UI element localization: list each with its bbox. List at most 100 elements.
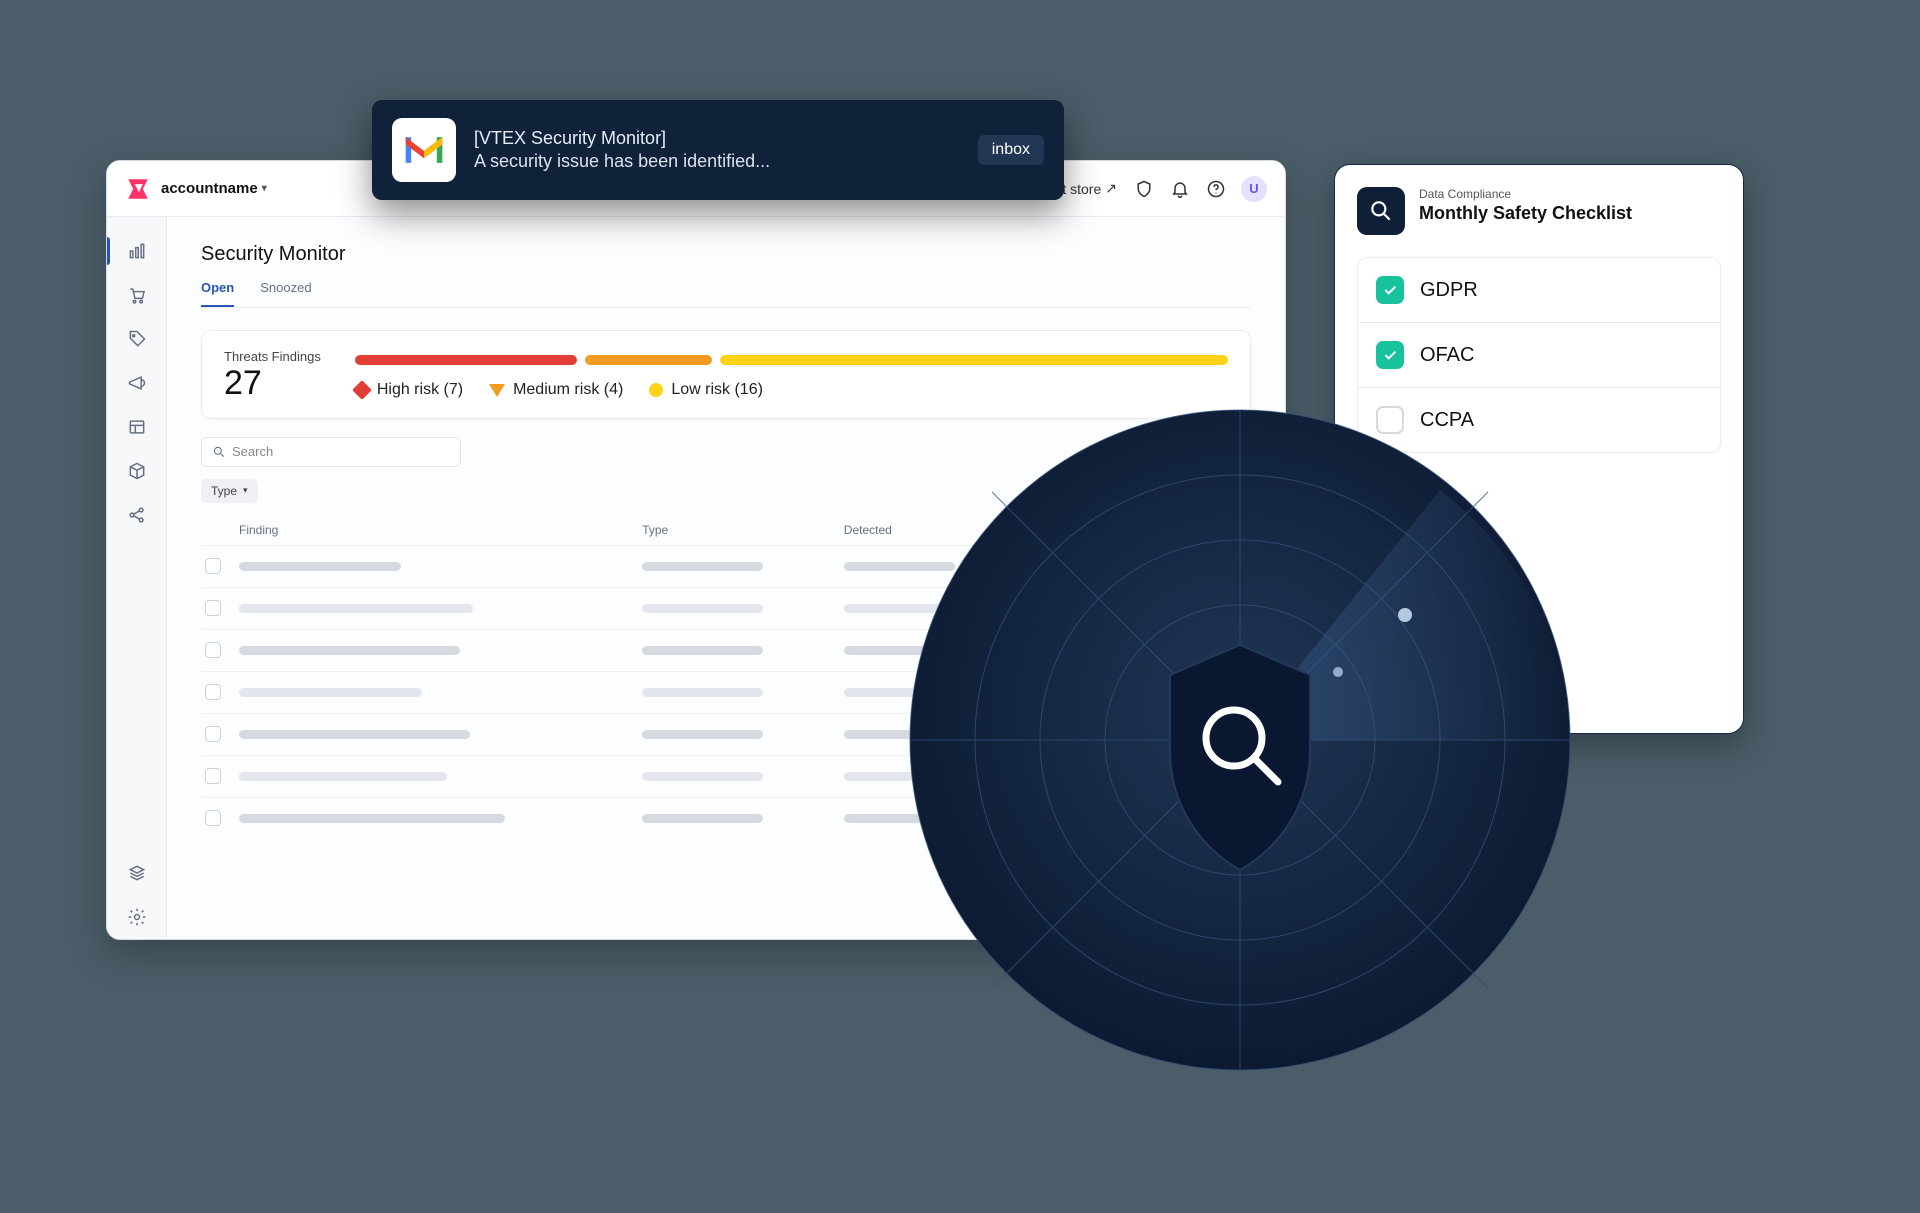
sidebar-item-settings[interactable] <box>107 895 166 939</box>
cell-type-placeholder <box>642 604 763 613</box>
cell-detected-placeholder <box>844 730 955 739</box>
bell-icon[interactable] <box>1169 178 1191 200</box>
sidebar-item-orders[interactable] <box>107 273 166 317</box>
sidebar-item-apps[interactable] <box>107 851 166 895</box>
cell-detected-placeholder <box>844 814 955 823</box>
cell-finding-placeholder <box>239 772 447 781</box>
cell-detected-placeholder <box>844 772 955 781</box>
sidebar-item-promotions[interactable] <box>107 361 166 405</box>
legend-medium[interactable]: Medium risk (4) <box>489 381 623 399</box>
sidebar-item-catalog[interactable] <box>107 449 166 493</box>
row-checkbox[interactable] <box>205 726 221 742</box>
table-row[interactable] <box>201 755 1251 797</box>
cell-sensor-placeholder <box>1045 730 1146 739</box>
cell-type-placeholder <box>642 688 763 697</box>
col-detected: Detected <box>844 523 1046 537</box>
sidebar-item-pricing[interactable] <box>107 317 166 361</box>
row-checkbox[interactable] <box>205 684 221 700</box>
cell-sensor-placeholder <box>1045 604 1146 613</box>
legend-high[interactable]: High risk (7) <box>355 381 463 399</box>
checklist-item[interactable]: OFAC <box>1358 322 1720 387</box>
checklist-item-label: CCPA <box>1420 409 1474 432</box>
diamond-icon <box>352 380 372 400</box>
bar-high <box>355 355 577 365</box>
threats-findings-label: Threats Findings <box>224 349 321 364</box>
circle-icon <box>649 383 663 397</box>
toast-badge: inbox <box>978 135 1044 165</box>
cell-sensor-placeholder <box>1045 562 1146 571</box>
cell-sensor-placeholder <box>1045 814 1146 823</box>
external-link-icon: ↗ <box>1105 180 1117 197</box>
checklist-item[interactable]: CCPA <box>1358 387 1720 452</box>
row-checkbox[interactable] <box>205 768 221 784</box>
risk-legend: High risk (7) Medium risk (4) Low risk (… <box>355 381 1228 399</box>
security-monitor-window: accountname ▾ Visit store ↗ U <box>106 160 1286 940</box>
page-title: Security Monitor <box>201 243 1251 266</box>
legend-low[interactable]: Low risk (16) <box>649 381 763 399</box>
check-icon <box>1376 276 1404 304</box>
triangle-down-icon <box>489 384 505 397</box>
toast-title: [VTEX Security Monitor] <box>474 128 960 149</box>
search-input[interactable]: Search <box>201 437 461 467</box>
table-row[interactable] <box>201 671 1251 713</box>
sidebar-item-dashboard[interactable] <box>107 229 166 273</box>
checklist-item-label: GDPR <box>1420 279 1478 302</box>
col-type: Type <box>642 523 844 537</box>
cell-finding-placeholder <box>239 646 460 655</box>
check-icon <box>1376 341 1404 369</box>
cell-type-placeholder <box>642 772 763 781</box>
checklist-subtitle: Data Compliance <box>1419 187 1632 201</box>
help-icon[interactable] <box>1205 178 1227 200</box>
table-row[interactable] <box>201 713 1251 755</box>
cell-sensor-placeholder <box>1045 646 1146 655</box>
table-row[interactable] <box>201 797 1251 839</box>
bar-low <box>720 355 1228 365</box>
account-switcher[interactable]: accountname ▾ <box>161 180 267 197</box>
findings-table-body <box>201 545 1251 839</box>
table-row[interactable] <box>201 629 1251 671</box>
checklist-title: Monthly Safety Checklist <box>1419 203 1632 224</box>
cell-detected-placeholder <box>844 688 955 697</box>
row-checkbox[interactable] <box>205 600 221 616</box>
tabs: Open Snoozed <box>201 280 1251 308</box>
checklist-item[interactable]: GDPR <box>1358 258 1720 322</box>
cell-finding-placeholder <box>239 730 470 739</box>
cell-type-placeholder <box>642 814 763 823</box>
table-row[interactable] <box>201 545 1251 587</box>
row-checkbox[interactable] <box>205 558 221 574</box>
magnifier-icon <box>1357 187 1405 235</box>
chevron-down-icon: ▾ <box>243 485 248 496</box>
sidebar <box>107 217 167 939</box>
cell-sensor-placeholder <box>1045 688 1146 697</box>
cell-type-placeholder <box>642 562 763 571</box>
cell-detected-placeholder <box>844 604 955 613</box>
safety-checklist-panel: Data Compliance Monthly Safety Checklist… <box>1334 164 1744 734</box>
cell-finding-placeholder <box>239 814 505 823</box>
shield-icon[interactable] <box>1133 178 1155 200</box>
checkbox-empty-icon <box>1376 406 1404 434</box>
cell-detected-placeholder <box>844 562 955 571</box>
tab-snoozed[interactable]: Snoozed <box>260 280 311 307</box>
cell-detected-placeholder <box>844 646 955 655</box>
cell-finding-placeholder <box>239 604 473 613</box>
threats-findings-card: Threats Findings 27 High risk (7) <box>201 330 1251 419</box>
cell-type-placeholder <box>642 646 763 655</box>
risk-distribution-bar <box>355 355 1228 365</box>
email-notification-toast[interactable]: [VTEX Security Monitor] A security issue… <box>372 100 1064 200</box>
user-avatar[interactable]: U <box>1241 176 1267 202</box>
sidebar-item-storefront[interactable] <box>107 405 166 449</box>
tab-open[interactable]: Open <box>201 280 234 307</box>
main-content: Security Monitor Open Snoozed Threats Fi… <box>167 217 1285 939</box>
sidebar-item-share[interactable] <box>107 493 166 537</box>
cell-type-placeholder <box>642 730 763 739</box>
row-checkbox[interactable] <box>205 642 221 658</box>
row-checkbox[interactable] <box>205 810 221 826</box>
checklist-item-label: OFAC <box>1420 344 1474 367</box>
filter-type[interactable]: Type ▾ <box>201 479 258 503</box>
toast-body: A security issue has been identified... <box>474 151 960 172</box>
table-row[interactable] <box>201 587 1251 629</box>
cell-finding-placeholder <box>239 688 422 697</box>
col-finding: Finding <box>239 523 642 537</box>
search-icon <box>212 445 226 459</box>
chevron-down-icon: ▾ <box>262 183 267 194</box>
